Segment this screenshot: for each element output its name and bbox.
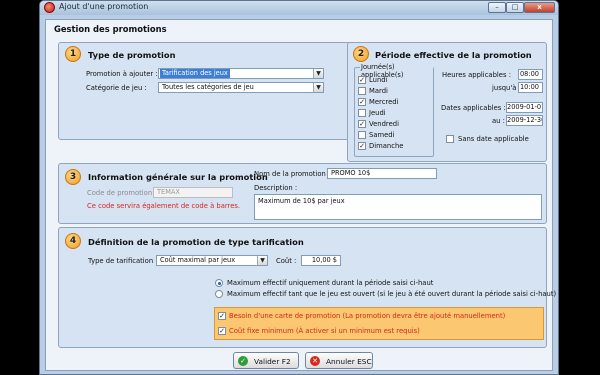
step-3-badge: 3 [65, 169, 81, 185]
step-2-badge: 2 [353, 46, 369, 62]
app-icon [44, 2, 55, 13]
section-1-title: Type de promotion [88, 50, 176, 60]
radio-period-only-label: Maximum effectif uniquement durant la pé… [227, 279, 434, 287]
fixed-minimum-label: Coût fixe minimum (À activer si un minim… [229, 327, 420, 335]
day-checkbox-samedi[interactable] [358, 131, 366, 139]
category-label: Catégorie de jeu : [86, 84, 147, 92]
section-3-title: Information générale sur la promotion [88, 172, 268, 182]
promotion-select-value: Tarification des jeux [160, 69, 230, 78]
pricing-type-select[interactable]: Coût maximal par jeux ▼ [156, 255, 268, 266]
cancel-icon: ✕ [310, 356, 320, 366]
description-textarea[interactable]: Maximum de 10$ par jeux [254, 194, 542, 220]
day-label-samedi: Samedi [369, 131, 395, 139]
section-4-title: Définition de la promotion de type tarif… [88, 237, 304, 247]
section-effective-period: 2 Période effective de la promotion Jour… [347, 42, 547, 162]
dates-label: Dates applicables : [441, 104, 506, 112]
radio-while-open-label: Maximum effectif tant que le jeu est ouv… [227, 290, 557, 298]
no-date-label: Sans date applicable [458, 135, 529, 143]
fixed-minimum-checkbox[interactable]: ✓ [218, 327, 226, 335]
minimize-button[interactable]: – [488, 2, 506, 13]
promo-card-checkbox[interactable]: ✓ [218, 312, 226, 320]
title-bar[interactable]: Ajout d'une promotion – □ x [40, 1, 558, 15]
window-title: Ajout d'une promotion [59, 2, 149, 11]
promo-card-label: Besoin d'une carte de promotion (La prom… [229, 312, 506, 320]
category-select[interactable]: Toutes les catégories de jeu ▼ [158, 82, 324, 93]
page-title: Gestion des promotions [54, 24, 167, 34]
code-note: Ce code servira également de code à barr… [87, 202, 241, 210]
maximize-button[interactable]: □ [506, 2, 524, 13]
radio-period-only[interactable] [215, 279, 223, 287]
day-checkbox-vendredi[interactable]: ✓ [358, 120, 366, 128]
day-checkbox-dimanche[interactable]: ✓ [358, 142, 366, 150]
hour-from-input[interactable]: 08:00 [518, 69, 543, 80]
cancel-button[interactable]: ✕ Annuler ESC [305, 352, 373, 369]
date-to-input[interactable]: 2009-12-30 [506, 115, 543, 126]
promotion-select[interactable]: Tarification des jeux ▼ [158, 68, 324, 79]
cost-input[interactable]: 10,00 $ [301, 255, 341, 266]
pricing-type-label: Type de tarification : [88, 257, 158, 265]
chevron-down-icon[interactable]: ▼ [313, 83, 323, 92]
cancel-button-label: Annuler ESC [326, 357, 372, 366]
name-input[interactable]: PROMO 10$ [327, 168, 437, 179]
description-label: Description : [254, 184, 298, 192]
hours-to-label: jusqu'à : [492, 84, 521, 92]
day-label-mardi: Mardi [369, 87, 388, 95]
section-general-info: 3 Information générale sur la promotion … [58, 163, 547, 224]
promotion-label: Promotion à ajouter : [86, 70, 158, 78]
day-label-jeudi: Jeudi [369, 109, 386, 117]
day-label-mercredi: Mercredi [369, 98, 399, 106]
no-date-checkbox[interactable] [446, 135, 454, 143]
step-1-badge: 1 [65, 46, 81, 62]
name-label: Nom de la promotion : [254, 170, 331, 178]
chevron-down-icon[interactable]: ▼ [257, 256, 267, 265]
section-pricing-definition: 4 Définition de la promotion de type tar… [58, 227, 556, 348]
section-2-title: Période effective de la promotion [375, 50, 532, 60]
options-box: ✓ Besoin d'une carte de promotion (La pr… [214, 307, 544, 340]
dates-to-label: au : [492, 117, 505, 125]
section-promotion-type: 1 Type de promotion Promotion à ajouter … [58, 42, 381, 140]
day-label-vendredi: Vendredi [369, 120, 399, 128]
cost-label: Coût : [276, 257, 297, 265]
day-checkbox-mercredi[interactable]: ✓ [358, 98, 366, 106]
check-icon: ✓ [238, 356, 248, 366]
day-checkbox-jeudi[interactable] [358, 109, 366, 117]
close-button[interactable]: x [524, 2, 555, 13]
dialog-body: Gestion des promotions 1 Type de promoti… [45, 19, 556, 371]
hour-to-input[interactable]: 10:00 [518, 82, 543, 93]
day-label-lundi: Lundi [369, 76, 388, 84]
validate-button[interactable]: ✓ Valider F2 [233, 352, 299, 369]
hours-label: Heures applicables : [442, 71, 511, 79]
day-checkbox-lundi[interactable]: ✓ [358, 76, 366, 84]
dialog-window: Ajout d'une promotion – □ x Gestion des … [39, 0, 559, 375]
date-from-input[interactable]: 2009-01-01 [506, 102, 543, 113]
code-input[interactable]: TEMAX [153, 187, 233, 198]
radio-while-open[interactable] [215, 290, 223, 298]
chevron-down-icon[interactable]: ▼ [313, 69, 323, 78]
validate-button-label: Valider F2 [254, 357, 291, 366]
code-label: Code de promotion : [87, 189, 157, 197]
pricing-type-value: Coût maximal par jeux [160, 256, 236, 264]
day-checkbox-mardi[interactable] [358, 87, 366, 95]
step-4-badge: 4 [65, 233, 81, 249]
days-group: Journée(s) applicable(s) ✓ Lundi Mardi ✓… [354, 63, 434, 157]
category-select-value: Toutes les catégories de jeu [162, 83, 254, 91]
day-label-dimanche: Dimanche [369, 142, 404, 150]
